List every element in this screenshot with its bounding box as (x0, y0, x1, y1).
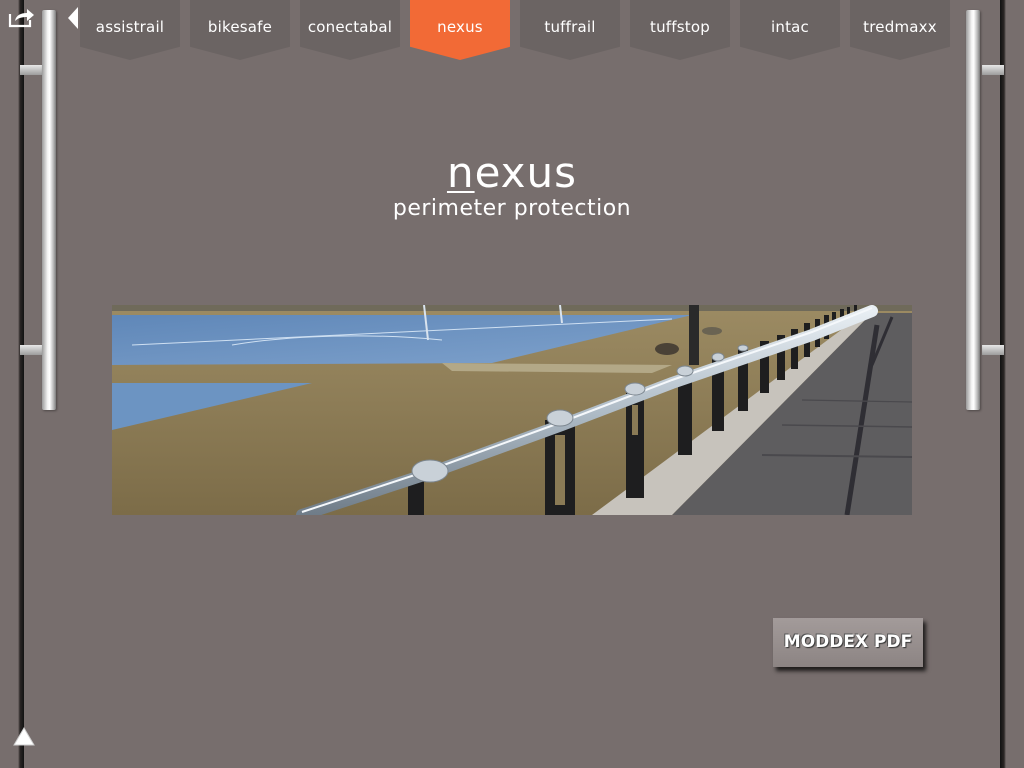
product-subtitle: perimeter protection (392, 196, 632, 221)
right-frame-rail (1000, 0, 1024, 768)
tab-intac[interactable]: intac (740, 0, 840, 60)
tab-label: bikesafe (207, 18, 273, 36)
pole-bracket (982, 65, 1004, 75)
pole-bracket (20, 65, 42, 75)
tab-label: tredmaxx (863, 18, 937, 36)
tab-label: tuffrail (544, 18, 596, 36)
moddex-pdf-button[interactable]: MODDEX PDF (773, 618, 923, 667)
tab-bikesafe[interactable]: bikesafe (190, 0, 290, 60)
tab-label: intac (771, 18, 809, 36)
product-photo (112, 305, 912, 515)
tab-tuffrail[interactable]: tuffrail (520, 0, 620, 60)
back-arrow-icon[interactable] (66, 5, 80, 31)
pole-bracket (20, 345, 42, 355)
product-title: nexus (0, 150, 1024, 196)
up-arrow-icon[interactable] (12, 726, 36, 748)
left-frame-rail (0, 0, 24, 768)
tab-label: conectabal (307, 18, 393, 36)
tab-label: assistrail (95, 18, 165, 36)
tab-nexus[interactable]: nexus (410, 0, 510, 60)
tab-label: nexus (437, 18, 483, 36)
tab-assistrail[interactable]: assistrail (80, 0, 180, 60)
pdf-button-label: MODDEX PDF (783, 632, 913, 652)
tab-tredmaxx[interactable]: tredmaxx (850, 0, 950, 60)
product-title-rest: exus (474, 148, 578, 197)
share-icon[interactable] (8, 6, 36, 28)
tab-tuffstop[interactable]: tuffstop (630, 0, 730, 60)
tab-conectabal[interactable]: conectabal (300, 0, 400, 60)
product-title-initial: n (446, 148, 475, 197)
pole-bracket (982, 345, 1004, 355)
tab-label: tuffstop (650, 18, 710, 36)
